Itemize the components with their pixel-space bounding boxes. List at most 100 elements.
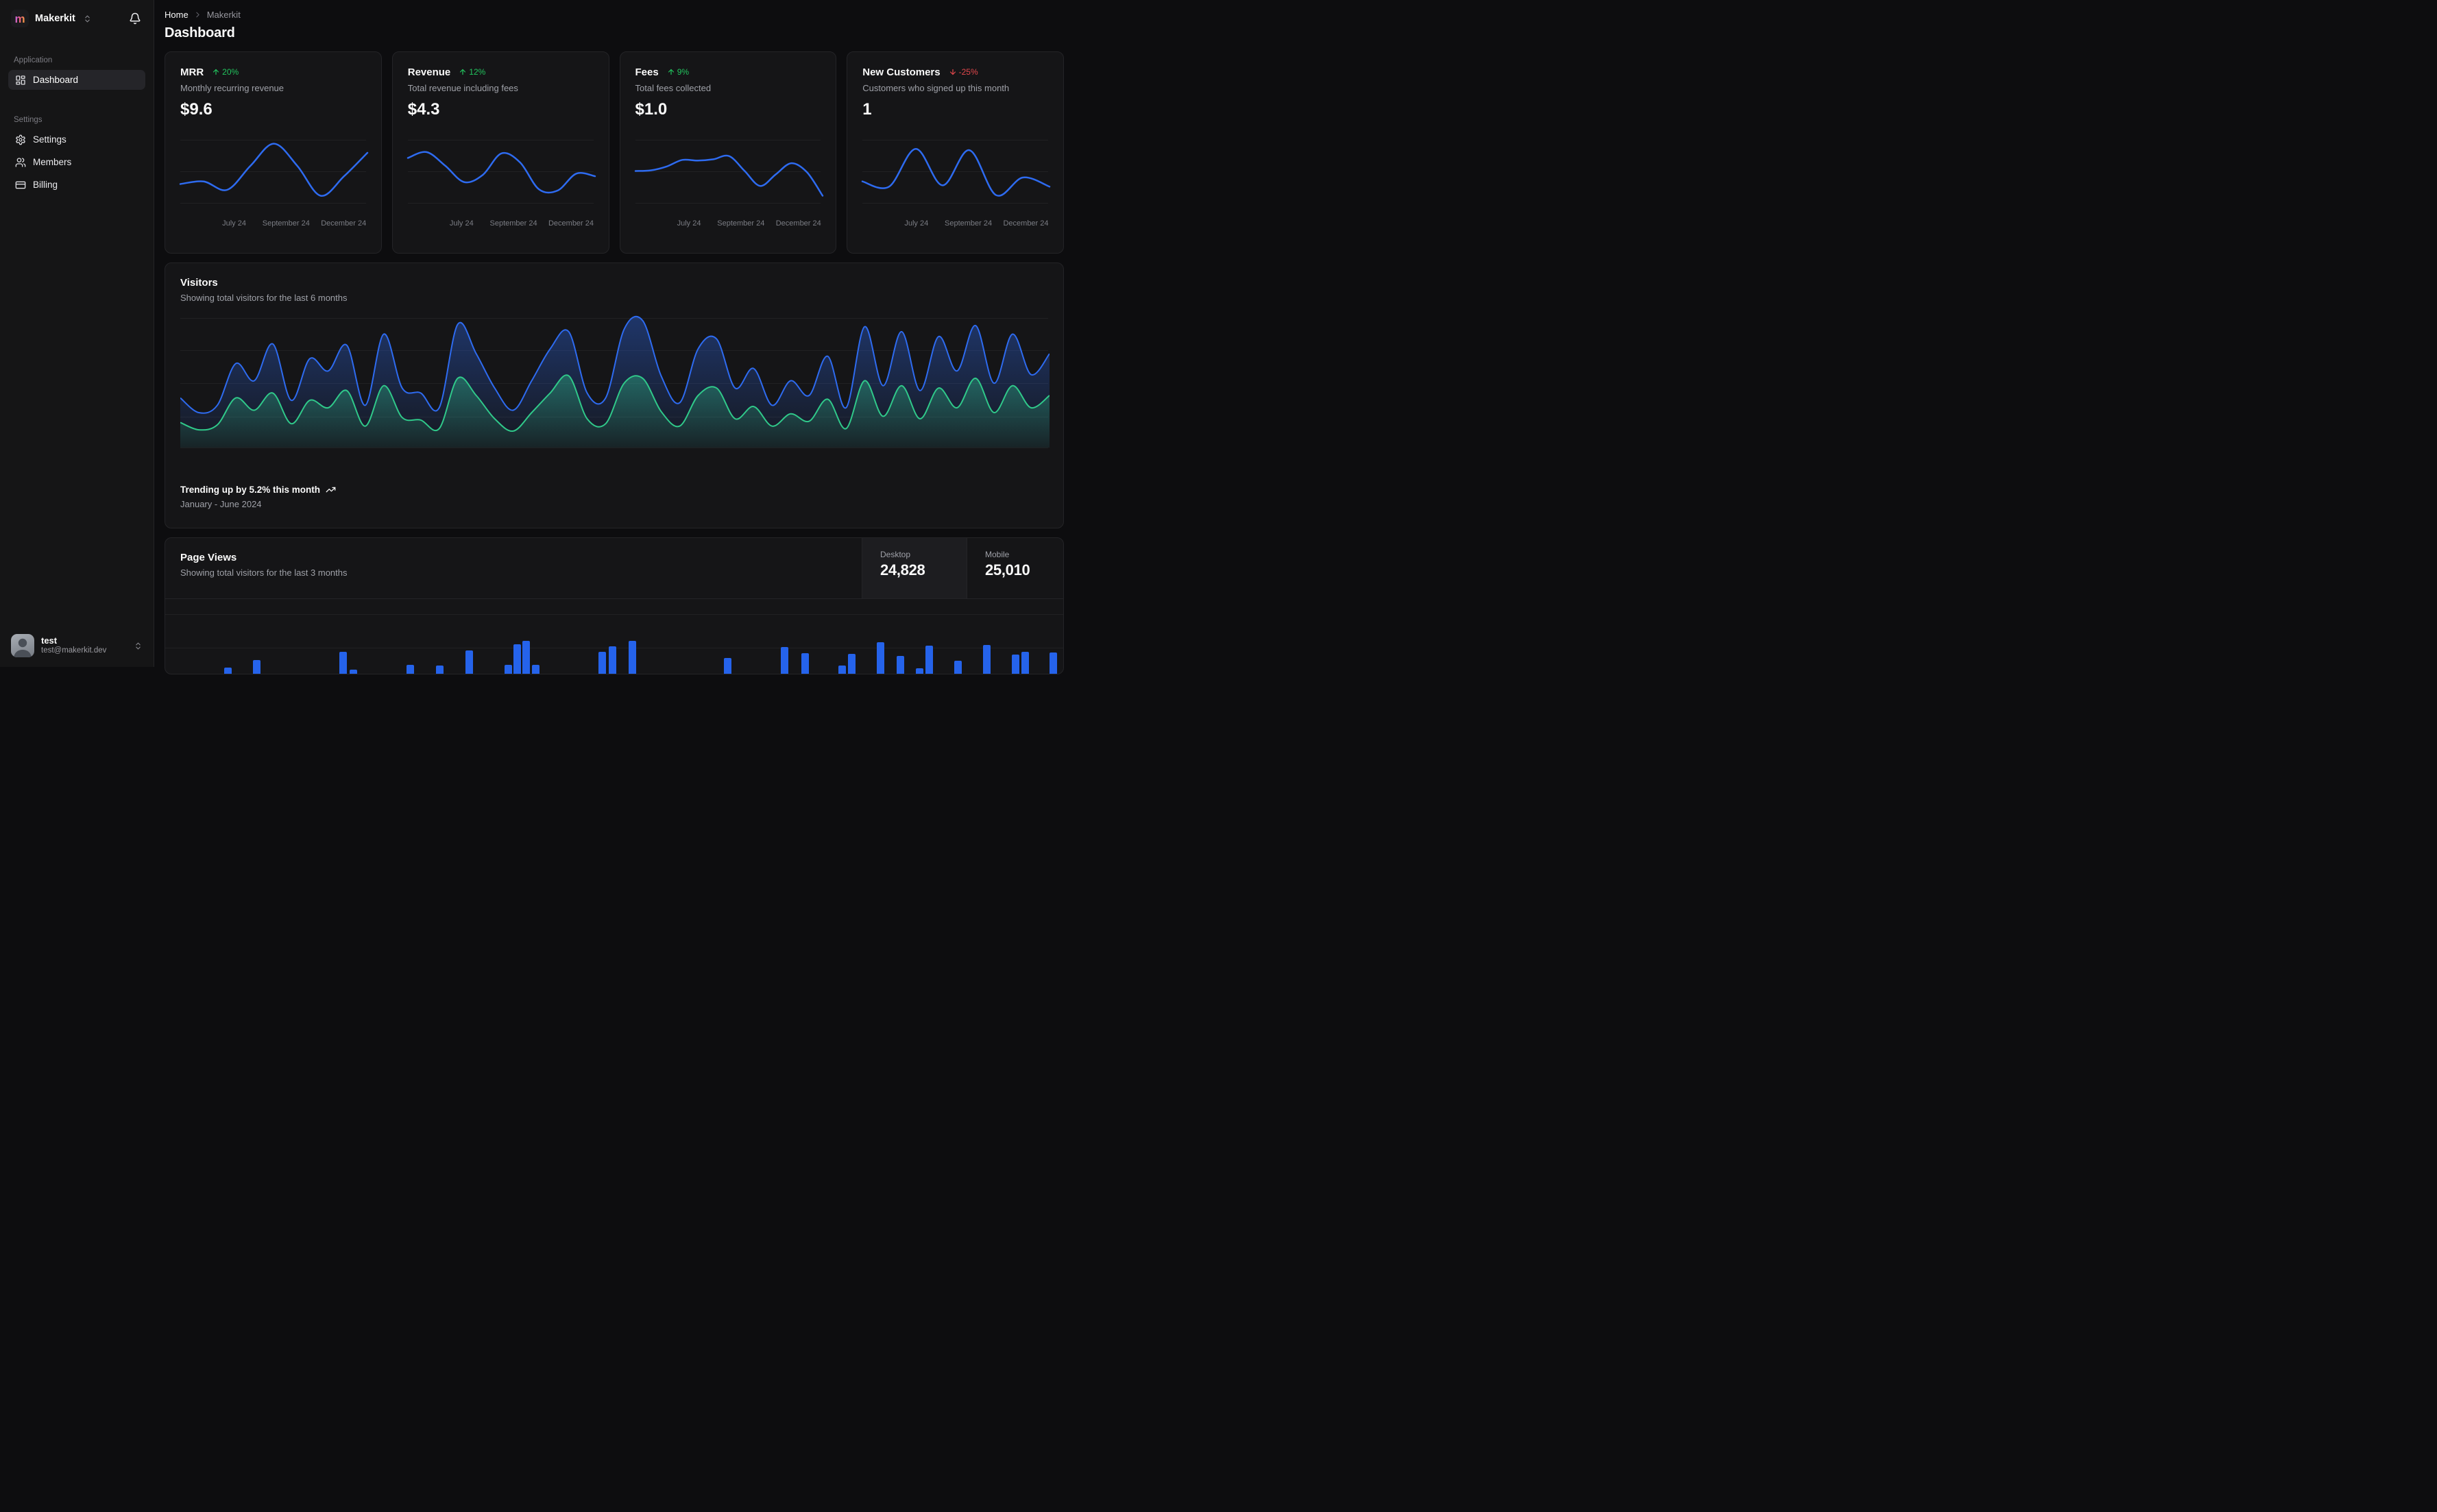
page-views-bar bbox=[407, 665, 414, 674]
chevrons-up-down-icon bbox=[83, 14, 92, 23]
stat-card-revenue: Revenue 12% Total revenue including fees… bbox=[391, 51, 609, 254]
sidebar-item-label: Members bbox=[33, 157, 72, 167]
credit-card-icon bbox=[15, 180, 26, 191]
stat-description: Customers who signed up this month bbox=[862, 83, 1010, 93]
arrow-up-icon bbox=[667, 68, 675, 76]
avatar bbox=[11, 634, 34, 657]
trending-up-icon bbox=[326, 485, 336, 495]
stat-description: Total fees collected bbox=[635, 83, 712, 93]
trend-badge: -25% bbox=[949, 67, 978, 77]
page-views-bar bbox=[801, 653, 809, 674]
makerkit-logo: m bbox=[11, 10, 29, 27]
stat-value: $9.6 bbox=[180, 100, 213, 119]
page-views-subtitle: Showing total visitors for the last 3 mo… bbox=[180, 568, 348, 578]
user-email: test@makerkit.dev bbox=[41, 646, 107, 655]
stat-card-mrr: MRR 20% Monthly recurring revenue $9.6 J… bbox=[165, 51, 382, 254]
stat-title: New Customers bbox=[862, 66, 941, 78]
section-label-application: Application bbox=[14, 56, 53, 64]
sparkline-chart bbox=[407, 132, 596, 210]
stat-value: 1 bbox=[862, 100, 872, 119]
visitors-card: Visitors Showing total visitors for the … bbox=[165, 263, 1064, 528]
page-views-title: Page Views bbox=[180, 552, 237, 563]
app-root: m Makerkit Application Dashboard Setting… bbox=[0, 0, 1075, 674]
arrow-up-icon bbox=[459, 68, 467, 76]
trend-badge: 20% bbox=[212, 67, 239, 77]
chevrons-up-down-icon bbox=[134, 642, 143, 650]
workspace-name: Makerkit bbox=[35, 13, 75, 24]
bell-icon[interactable] bbox=[128, 11, 143, 26]
page-views-bar bbox=[897, 656, 904, 674]
sidebar-item-members[interactable]: Members bbox=[8, 152, 145, 172]
page-views-bar bbox=[609, 646, 616, 674]
page-views-bar bbox=[253, 660, 260, 674]
page-views-bar bbox=[724, 658, 731, 674]
page-views-bar bbox=[848, 654, 856, 674]
page-views-bar bbox=[925, 646, 933, 674]
sidebar-item-label: Billing bbox=[33, 180, 58, 190]
stat-title: Revenue bbox=[407, 66, 451, 78]
arrow-down-icon bbox=[949, 68, 957, 76]
breadcrumb-current: Makerkit bbox=[206, 9, 241, 20]
workspace-selector[interactable]: m Makerkit bbox=[8, 8, 145, 32]
stat-title: Fees bbox=[635, 66, 659, 78]
visitors-range: January - June 2024 bbox=[180, 499, 262, 509]
stat-description: Monthly recurring revenue bbox=[180, 83, 284, 93]
page-views-bar-chart bbox=[165, 599, 1063, 674]
visitors-area-chart bbox=[180, 314, 1050, 448]
page-views-bar bbox=[838, 666, 846, 674]
page-views-bar bbox=[522, 641, 530, 674]
stat-title: MRR bbox=[180, 66, 204, 78]
toggle-mobile[interactable]: Mobile 25,010 bbox=[967, 538, 1063, 598]
sparkline-chart bbox=[634, 132, 823, 210]
stat-value: $4.3 bbox=[407, 100, 440, 119]
trend-badge: 12% bbox=[459, 67, 485, 77]
sparkline-axis: July 24 September 24 December 24 bbox=[449, 219, 594, 228]
page-views-bar bbox=[598, 652, 606, 674]
sidebar-item-billing[interactable]: Billing bbox=[8, 175, 145, 195]
page-views-bar bbox=[532, 665, 539, 674]
visitors-title: Visitors bbox=[180, 277, 218, 289]
stat-value: $1.0 bbox=[635, 100, 668, 119]
main-content: Home Makerkit Dashboard MRR 20% Monthly … bbox=[154, 0, 1075, 674]
page-views-bar bbox=[350, 670, 357, 674]
user-info: test test@makerkit.dev bbox=[41, 635, 106, 657]
sparkline-chart bbox=[179, 132, 369, 210]
sidebar-item-label: Settings bbox=[33, 134, 66, 145]
breadcrumb-home[interactable]: Home bbox=[165, 10, 189, 20]
page-views-bar bbox=[339, 652, 347, 674]
stat-description: Total revenue including fees bbox=[407, 83, 518, 93]
page-views-bar bbox=[436, 666, 444, 674]
sparkline-axis: July 24 September 24 December 24 bbox=[677, 219, 821, 228]
page-views-bar bbox=[1012, 655, 1019, 674]
page-views-bar bbox=[877, 642, 884, 674]
visitors-trend: Trending up by 5.2% this month bbox=[180, 485, 1048, 495]
page-views-bar bbox=[465, 650, 473, 674]
page-views-card: Page Views Showing total visitors for th… bbox=[165, 537, 1064, 674]
toggle-desktop[interactable]: Desktop 24,828 bbox=[862, 538, 967, 598]
breadcrumb: Home Makerkit bbox=[165, 8, 1064, 21]
sidebar-item-settings[interactable]: Settings bbox=[8, 130, 145, 149]
trend-badge: 9% bbox=[667, 67, 689, 77]
users-icon bbox=[15, 157, 26, 168]
page-views-bars bbox=[165, 599, 1063, 674]
layout-dashboard-icon bbox=[15, 75, 26, 86]
sparkline-chart bbox=[862, 132, 1051, 210]
sidebar: m Makerkit Application Dashboard Setting… bbox=[0, 0, 154, 667]
page-views-bar bbox=[954, 661, 962, 674]
sidebar-item-dashboard[interactable]: Dashboard bbox=[8, 70, 145, 90]
stat-card-new-customers: New Customers -25% Customers who signed … bbox=[847, 51, 1064, 254]
desktop-count: 24,828 bbox=[880, 561, 925, 578]
page-title: Dashboard bbox=[165, 25, 235, 40]
stat-cards-row: MRR 20% Monthly recurring revenue $9.6 J… bbox=[165, 51, 1064, 254]
page-views-bar bbox=[781, 647, 788, 674]
gear-icon bbox=[15, 134, 26, 145]
user-menu[interactable]: test test@makerkit.dev bbox=[8, 630, 145, 659]
page-views-bar bbox=[505, 665, 512, 674]
visitors-subtitle: Showing total visitors for the last 6 mo… bbox=[180, 293, 348, 303]
page-views-bar bbox=[983, 645, 991, 674]
stat-card-fees: Fees 9% Total fees collected $1.0 July 2… bbox=[619, 51, 837, 254]
arrow-up-icon bbox=[212, 68, 220, 76]
section-label-settings: Settings bbox=[14, 116, 43, 124]
sparkline-axis: July 24 September 24 December 24 bbox=[222, 219, 367, 228]
chevron-right-icon bbox=[193, 10, 202, 19]
